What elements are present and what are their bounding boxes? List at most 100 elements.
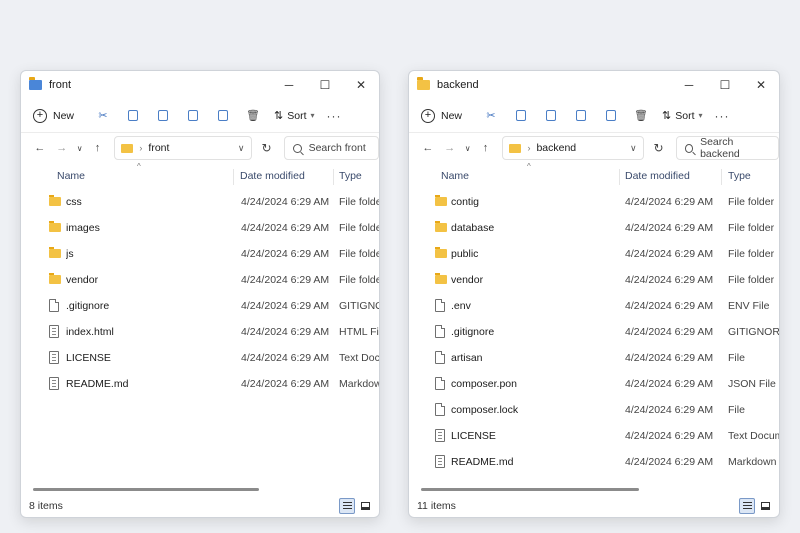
copy-button[interactable] <box>118 105 148 127</box>
chevron-down-icon[interactable]: ∨ <box>238 143 245 154</box>
file-row[interactable]: .env 4/24/2024 6:29 AM ENV File <box>409 293 779 319</box>
file-row[interactable]: .gitignore 4/24/2024 6:29 AM GITIGNORE <box>21 293 379 319</box>
column-divider[interactable] <box>721 169 722 185</box>
file-row[interactable]: index.html 4/24/2024 6:29 AM HTML File <box>21 319 379 345</box>
paste-button[interactable] <box>536 105 566 127</box>
file-type: HTML File <box>339 326 379 338</box>
chevron-down-icon: ▾ <box>698 111 703 120</box>
column-divider[interactable] <box>233 169 234 185</box>
recent-locations-button[interactable]: ∨ <box>73 144 87 153</box>
folder-icon <box>49 221 61 232</box>
file-row[interactable]: README.md 4/24/2024 6:29 AM Markdown <box>21 371 379 397</box>
window-title: backend <box>437 79 479 91</box>
column-date[interactable]: Date modified <box>240 170 305 182</box>
new-button[interactable]: + New <box>421 108 462 123</box>
sort-button[interactable]: ⇅ Sort ▾ <box>274 109 315 123</box>
maximize-button[interactable]: ☐ <box>307 71 343 99</box>
up-button[interactable]: ↑ <box>475 142 497 154</box>
title-bar[interactable]: front ─ ☐ ✕ <box>21 71 379 99</box>
paste-button[interactable] <box>148 105 178 127</box>
file-row[interactable]: css 4/24/2024 6:29 AM File folder <box>21 189 379 215</box>
column-type[interactable]: Type <box>339 170 362 182</box>
sort-button[interactable]: ⇅ Sort ▾ <box>662 109 703 123</box>
share-button[interactable] <box>596 105 626 127</box>
command-bar: + New ✂ 🗑 ⇅ Sort ▾ ··· <box>21 99 379 133</box>
sort-label: Sort <box>287 109 307 122</box>
trash-icon: 🗑 <box>246 110 260 122</box>
file-row[interactable]: js 4/24/2024 6:29 AM File folder <box>21 241 379 267</box>
file-row[interactable]: database 4/24/2024 6:29 AM File folder <box>409 215 779 241</box>
close-button[interactable]: ✕ <box>743 71 779 99</box>
new-button[interactable]: + New <box>33 108 74 123</box>
cut-button[interactable]: ✂ <box>88 105 118 127</box>
search-input[interactable]: Search front <box>283 136 379 160</box>
paste-icon <box>158 110 169 121</box>
forward-button[interactable]: → <box>439 142 461 154</box>
file-row[interactable]: .gitignore 4/24/2024 6:29 AM GITIGNORE <box>409 319 779 345</box>
address-bar[interactable]: › backend ∨ <box>502 136 644 160</box>
chevron-down-icon: ▾ <box>310 111 315 120</box>
horizontal-scrollbar[interactable] <box>33 488 259 491</box>
navigation-bar: ← → ∨ ↑ › front ∨ ↻ Search front <box>21 133 379 163</box>
up-button[interactable]: ↑ <box>87 142 109 154</box>
cut-button[interactable]: ✂ <box>476 105 506 127</box>
minimize-button[interactable]: ─ <box>671 71 707 99</box>
delete-button[interactable]: 🗑 <box>626 105 656 127</box>
file-row[interactable]: vendor 4/24/2024 6:29 AM File folder <box>21 267 379 293</box>
rename-button[interactable] <box>178 105 208 127</box>
chevron-down-icon[interactable]: ∨ <box>630 143 637 154</box>
address-bar[interactable]: › front ∨ <box>114 136 252 160</box>
details-view-button[interactable] <box>339 498 355 514</box>
status-bar: 8 items <box>21 495 379 517</box>
refresh-button[interactable]: ↻ <box>654 141 664 155</box>
copy-button[interactable] <box>506 105 536 127</box>
forward-button[interactable]: → <box>51 142 73 154</box>
tiles-view-button[interactable] <box>757 498 773 514</box>
horizontal-scrollbar[interactable] <box>421 488 639 491</box>
file-name: vendor <box>66 274 99 286</box>
file-row[interactable]: contig 4/24/2024 6:29 AM File folder <box>409 189 779 215</box>
delete-button[interactable]: 🗑 <box>238 105 268 127</box>
column-date[interactable]: Date modified <box>625 170 690 182</box>
file-icon <box>49 299 59 312</box>
column-type[interactable]: Type <box>728 170 751 182</box>
refresh-button[interactable]: ↻ <box>262 141 272 155</box>
file-row[interactable]: images 4/24/2024 6:29 AM File folder <box>21 215 379 241</box>
maximize-button[interactable]: ☐ <box>707 71 743 99</box>
file-row[interactable]: LICENSE 4/24/2024 6:29 AM Text Document <box>409 423 779 449</box>
column-header: ^ Name Date modified Type <box>21 162 379 189</box>
recent-locations-button[interactable]: ∨ <box>461 144 475 153</box>
tiles-view-button[interactable] <box>357 498 373 514</box>
scissors-icon: ✂ <box>486 110 496 122</box>
file-date: 4/24/2024 6:29 AM <box>241 274 330 286</box>
file-name: css <box>66 196 82 208</box>
more-options-button[interactable]: ··· <box>715 109 730 123</box>
sort-icon: ⇅ <box>274 110 284 122</box>
file-date: 4/24/2024 6:29 AM <box>241 222 330 234</box>
file-name: .gitignore <box>66 300 110 312</box>
column-name[interactable]: Name <box>441 170 469 182</box>
minimize-button[interactable]: ─ <box>271 71 307 99</box>
search-input[interactable]: Search backend <box>675 136 779 160</box>
details-view-button[interactable] <box>739 498 755 514</box>
title-bar[interactable]: backend ─ ☐ ✕ <box>409 71 779 99</box>
share-button[interactable] <box>208 105 238 127</box>
file-list: contig 4/24/2024 6:29 AM File folder databa… <box>409 189 779 475</box>
file-row[interactable]: public 4/24/2024 6:29 AM File folder <box>409 241 779 267</box>
more-options-button[interactable]: ··· <box>327 109 342 123</box>
file-row[interactable]: vendor 4/24/2024 6:29 AM File folder <box>409 267 779 293</box>
rename-button[interactable] <box>566 105 596 127</box>
file-row[interactable]: composer.pon 4/24/2024 6:29 AM JSON File <box>409 371 779 397</box>
column-divider[interactable] <box>619 169 620 185</box>
back-button[interactable]: ← <box>417 142 439 154</box>
back-button[interactable]: ← <box>29 142 51 154</box>
close-button[interactable]: ✕ <box>343 71 379 99</box>
file-row[interactable]: LICENSE 4/24/2024 6:29 AM Text Document <box>21 345 379 371</box>
file-row[interactable]: README.md 4/24/2024 6:29 AM Markdown <box>409 449 779 475</box>
column-divider[interactable] <box>333 169 334 185</box>
copy-icon <box>516 110 527 121</box>
file-row[interactable]: artisan 4/24/2024 6:29 AM File <box>409 345 779 371</box>
item-count: 11 items <box>417 500 456 512</box>
file-row[interactable]: composer.lock 4/24/2024 6:29 AM File <box>409 397 779 423</box>
column-name[interactable]: Name <box>57 170 85 182</box>
